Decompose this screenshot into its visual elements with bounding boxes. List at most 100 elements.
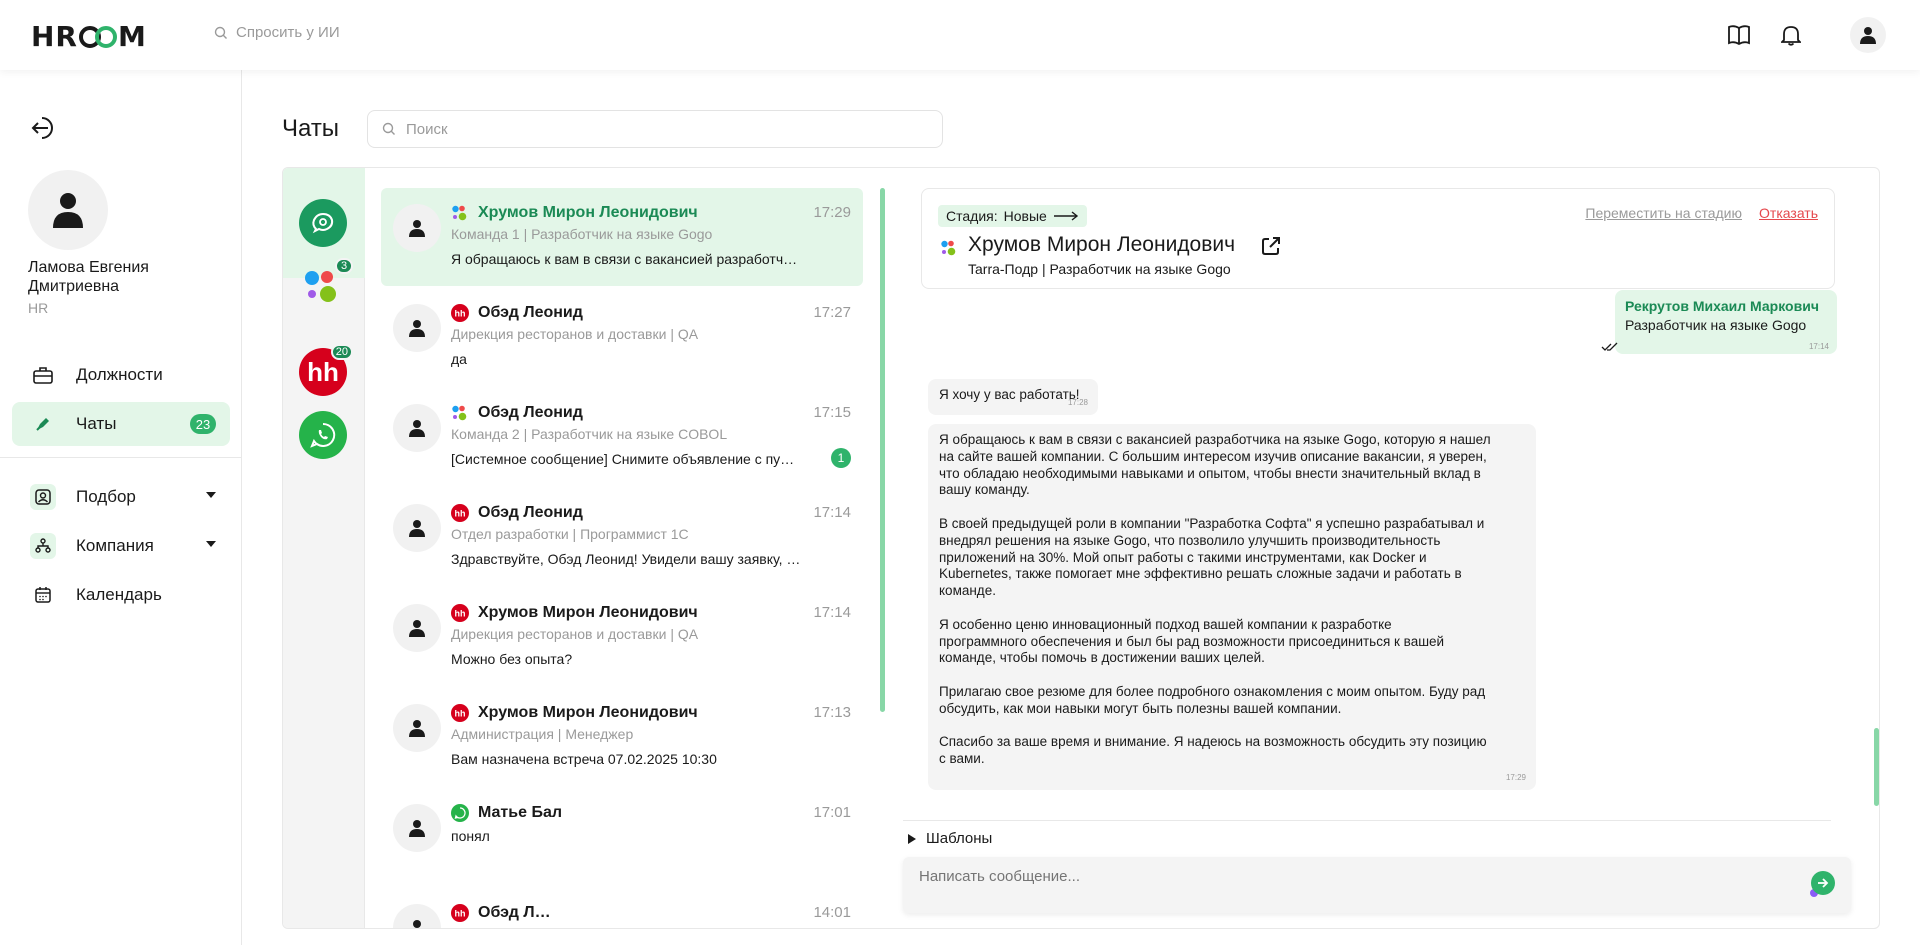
whatsapp-icon <box>310 422 336 448</box>
whatsapp-icon <box>451 804 469 822</box>
chat-vacancy: Команда 2 | Разработчик на языке COBOL <box>451 426 728 442</box>
chat-list-item[interactable]: Обэд Леонид 17:15 Команда 2 | Разработчик … <box>381 388 863 486</box>
templates-divider <box>903 820 1831 821</box>
search-icon <box>382 122 395 135</box>
channel-whatsapp-button[interactable] <box>299 411 347 459</box>
calendar-icon <box>30 582 56 608</box>
user-icon <box>53 193 83 228</box>
hroom-logo[interactable]: HR M <box>31 20 147 53</box>
left-sidebar: Ламова Евгения Дмитриевна HR Должности Ч… <box>0 70 242 945</box>
svg-text:hh: hh <box>455 509 466 519</box>
chat-list-item[interactable]: hh Обэд Л… 14:01 <box>381 888 863 928</box>
channel-multi-source-button[interactable]: 3 <box>299 258 353 310</box>
chat-time: 17:29 <box>813 204 851 221</box>
user-icon <box>409 320 425 337</box>
channel-all-button[interactable] <box>299 199 347 247</box>
send-button[interactable] <box>1811 871 1835 895</box>
chat-contact-name: Обэд Леонид <box>478 504 583 521</box>
user-icon <box>409 720 425 737</box>
chat-last-message: Я обращаюсь к вам в связи с вакансией ра… <box>451 251 798 267</box>
incoming-message: Я хочу у вас работать! 17:28 <box>928 379 1098 415</box>
chat-list-item[interactable]: hh Обэд Леонид 17:14 Отдел разработки | Про… <box>381 488 863 586</box>
candidate-name: Хрумов Мирон Леонидович <box>968 233 1236 256</box>
nav-item-label: Календарь <box>76 585 162 604</box>
message-composer <box>903 857 1851 913</box>
top-bar: HR M Спросить у ИИ <box>0 0 1920 70</box>
message-time: 17:28 <box>1067 398 1088 408</box>
stage-label: Стадия: <box>946 208 998 224</box>
recruit-icon <box>30 484 56 510</box>
ask-ai-input[interactable]: Спросить у ИИ <box>214 24 340 41</box>
message-text: Я хочу у вас работать! <box>939 387 1080 402</box>
hh-icon: hh <box>451 904 469 922</box>
chat-list-item[interactable]: Матье Бал 17:01 понял <box>381 788 863 886</box>
logo-text: HR <box>31 20 78 53</box>
book-icon[interactable] <box>1724 20 1754 50</box>
svg-text:hh: hh <box>455 709 466 719</box>
chats-icon <box>312 212 334 234</box>
chat-search-input[interactable]: Поиск <box>367 110 943 148</box>
profile-role: HR <box>28 300 49 316</box>
bell-icon[interactable] <box>1776 20 1806 50</box>
hh-logo-icon: hh <box>307 356 339 387</box>
collapse-sidebar-button[interactable] <box>28 112 60 144</box>
hh-icon: hh <box>451 704 469 722</box>
chevron-down-icon[interactable] <box>206 541 216 547</box>
user-icon <box>409 220 425 237</box>
chat-list-scrollbar[interactable] <box>880 188 885 712</box>
contact-avatar <box>393 504 441 552</box>
message-sender: Рекрутов Михаил Маркович <box>1625 298 1819 314</box>
conversation-pane: Стадия: Новые Хрумов Мирон Леонидович Ta… <box>903 168 1879 928</box>
stage-value: Новые <box>1003 208 1047 224</box>
svg-text:hh: hh <box>455 609 466 619</box>
chat-vacancy: Отдел разработки | Программист 1С <box>451 526 689 542</box>
chat-contact-name: Хрумов Мирон Леонидович <box>478 704 698 721</box>
message-paragraph: Я особенно ценю инновационный подход ваш… <box>939 616 1445 666</box>
nav-divider <box>0 457 242 458</box>
message-paragraph: В своей предыдущей роли в компании "Разр… <box>939 515 1485 599</box>
incoming-message: Я обращаюсь к вам в связи с вакансией ра… <box>928 424 1536 790</box>
chat-list-item[interactable]: hh Обэд Леонид 17:27 Дирекция ресторанов и … <box>381 288 863 386</box>
message-input[interactable] <box>919 865 1779 887</box>
chat-vacancy: Дирекция ресторанов и доставки | QA <box>451 626 699 642</box>
external-link-icon[interactable] <box>1259 234 1283 258</box>
chat-contact-name: Матье Бал <box>478 804 562 821</box>
chat-contact-name: Обэд Л… <box>478 904 551 921</box>
chat-time: 17:13 <box>813 704 851 721</box>
nav-item-chats[interactable]: Чаты 23 <box>12 402 230 446</box>
outgoing-message: Рекрутов Михаил Маркович Разработчик на … <box>1615 290 1837 354</box>
message-text: Разработчик на языке Gogo <box>1625 317 1807 333</box>
chat-contact-name: Обэд Леонид <box>478 304 583 321</box>
nav-item-label: Должности <box>76 365 163 384</box>
multi-source-icon <box>941 240 956 256</box>
reject-link[interactable]: Отказать <box>1759 205 1818 221</box>
user-avatar-button[interactable] <box>1850 17 1886 53</box>
chat-icon <box>30 411 56 437</box>
chat-vacancy: Дирекция ресторанов и доставки | QA <box>451 326 699 342</box>
chat-list-item[interactable]: hh Хрумов Мирон Леонидович 17:14 Дирекция р… <box>381 588 863 686</box>
company-icon <box>30 533 56 559</box>
profile-avatar[interactable] <box>28 170 108 250</box>
multi-source-icon <box>451 204 469 222</box>
channel-hh-button[interactable]: hh 20 <box>299 344 353 396</box>
nav-item-calendar[interactable]: Календарь <box>12 573 230 617</box>
chat-contact-name: Хрумов Мирон Леонидович <box>478 204 698 221</box>
message-paragraph: Прилагаю свое резюме для более подробног… <box>939 683 1486 716</box>
stage-pill[interactable]: Стадия: Новые <box>938 205 1087 227</box>
chat-contact-name: Обэд Леонид <box>478 404 583 421</box>
message-time: 17:29 <box>1505 773 1526 783</box>
chat-list-item[interactable]: Хрумов Мирон Леонидович 17:29 Команда 1 | … <box>381 188 863 286</box>
chat-list-item[interactable]: hh Хрумов Мирон Леонидович 17:13 Администра… <box>381 688 863 786</box>
nav-item-recruiting[interactable]: Подбор <box>12 475 230 519</box>
nav-item-positions[interactable]: Должности <box>12 353 230 397</box>
chevron-down-icon[interactable] <box>206 492 216 498</box>
contact-avatar <box>393 604 441 652</box>
templates-toggle[interactable]: Шаблоны <box>908 830 992 847</box>
svg-text:hh: hh <box>455 909 466 919</box>
move-to-stage-link[interactable]: Переместить на стадию <box>1585 205 1742 221</box>
nav-item-label: Подбор <box>76 487 136 506</box>
nav-item-company[interactable]: Компания <box>12 524 230 568</box>
conversation-scrollbar[interactable] <box>1874 728 1879 806</box>
conversation-header: Стадия: Новые Хрумов Мирон Леонидович Ta… <box>921 188 1835 289</box>
channel-filter-column: 3 hh 20 <box>283 168 365 928</box>
